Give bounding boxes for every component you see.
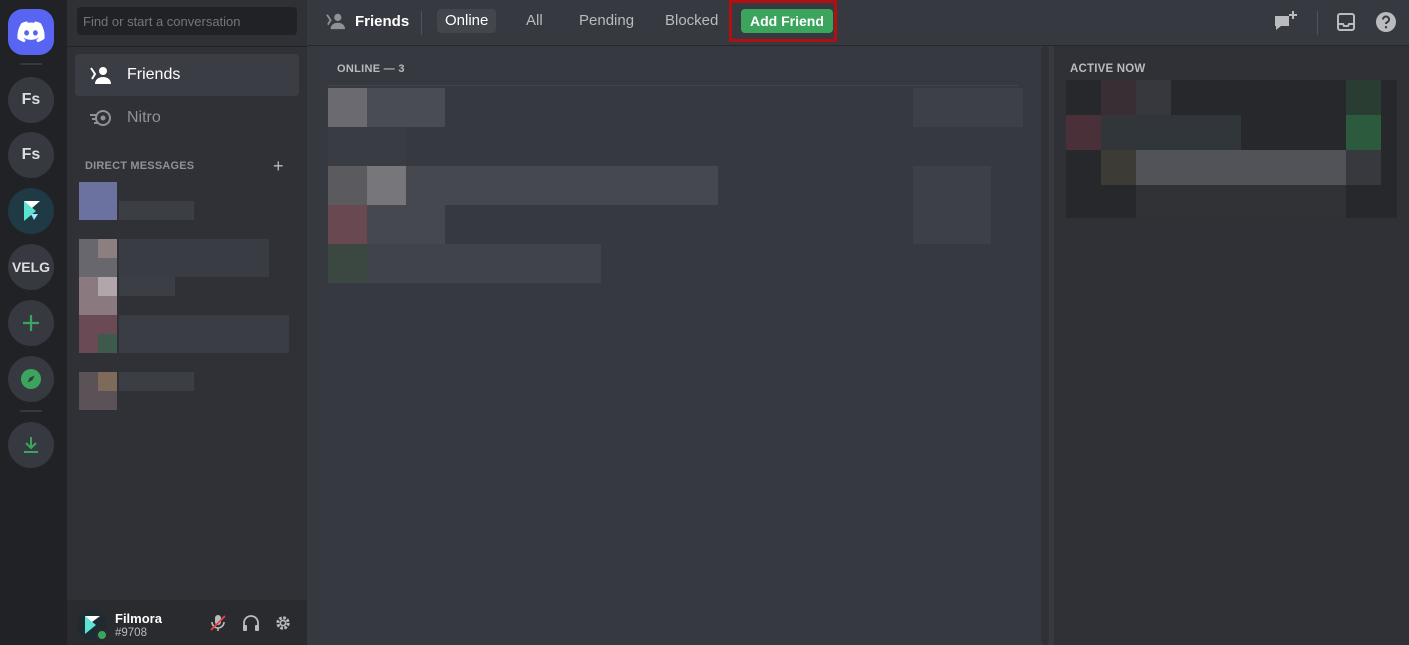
explore-servers-button[interactable]: [8, 356, 54, 402]
filmora-logo-icon: [24, 201, 40, 221]
online-count-heading: ONLINE — 3: [337, 63, 405, 75]
page-title: Friends: [325, 12, 409, 30]
list-item-avatar-part: [98, 372, 117, 391]
new-group-dm-button[interactable]: [1273, 9, 1299, 35]
redacted-block: [1101, 115, 1241, 150]
rail-separator: [20, 63, 42, 65]
list-item-text: [119, 201, 194, 220]
plus-icon: [23, 315, 39, 331]
redacted-block: [328, 166, 367, 205]
active-now-card[interactable]: [1066, 80, 1397, 218]
redacted-block: [367, 244, 601, 283]
page-title-text: Friends: [355, 12, 410, 30]
new-group-dm-icon: [1275, 11, 1297, 30]
tab-all[interactable]: All: [518, 9, 551, 33]
discord-home-button[interactable]: [8, 9, 54, 55]
header-divider: [1317, 11, 1318, 35]
create-dm-button[interactable]: +: [273, 156, 284, 177]
nitro-icon: [89, 106, 113, 130]
gear-icon: [276, 616, 290, 630]
server-fs-1[interactable]: Fs: [8, 77, 54, 123]
sidebar-item-friends[interactable]: Friends: [75, 54, 299, 96]
inbox-icon: [1337, 13, 1355, 31]
help-button[interactable]: [1373, 9, 1399, 35]
redacted-block: [328, 205, 367, 244]
tab-pending[interactable]: Pending: [571, 9, 642, 33]
scrollbar[interactable]: [1041, 46, 1049, 645]
sidebar-item-nitro[interactable]: Nitro: [75, 97, 299, 139]
redacted-block: [367, 88, 445, 127]
redacted-block: [1136, 80, 1171, 115]
header-divider: [421, 11, 422, 35]
list-item-avatar-part: [98, 239, 117, 258]
divider: [328, 85, 1018, 86]
active-now-panel: ACTIVE NOW: [1054, 46, 1409, 645]
redacted-block: [367, 205, 445, 244]
username: Filmora: [115, 611, 162, 626]
list-item-text: [119, 315, 289, 353]
redacted-block: [328, 127, 406, 166]
discord-logo-icon: [17, 21, 45, 43]
redacted-block: [1136, 185, 1346, 218]
redacted-block: [1066, 115, 1101, 150]
server-rail: Fs Fs VELG: [0, 0, 67, 645]
redacted-block: [913, 166, 991, 244]
redacted-block: [1136, 150, 1346, 185]
redacted-block: [367, 166, 406, 205]
friends-icon: [325, 12, 347, 30]
add-server-button[interactable]: [8, 300, 54, 346]
server-fs-2[interactable]: Fs: [8, 132, 54, 178]
search-input[interactable]: Find or start a conversation: [77, 7, 297, 35]
sidebar-item-label: Friends: [127, 66, 181, 83]
list-item-text: [119, 372, 194, 391]
user-settings-button[interactable]: [273, 613, 293, 633]
list-item-avatar-part: [98, 334, 117, 353]
redacted-block: [1346, 150, 1381, 185]
tab-online[interactable]: Online: [437, 9, 497, 33]
user-tag: #9708: [115, 627, 147, 639]
server-label: VELG: [11, 259, 51, 275]
redacted-block: [1346, 80, 1381, 115]
friends-icon: [89, 63, 113, 87]
redacted-block: [913, 88, 1023, 127]
list-item-avatar-part: [98, 277, 117, 296]
headphones-icon: [243, 615, 259, 631]
redacted-block: [1101, 150, 1136, 185]
table-row[interactable]: [328, 244, 601, 283]
list-item-text: [119, 277, 175, 296]
sidebar-item-label: Nitro: [127, 109, 161, 126]
microphone-muted-icon: [210, 615, 226, 631]
server-label: Fs: [21, 91, 41, 108]
online-status-indicator: [96, 629, 108, 641]
tab-blocked[interactable]: Blocked: [657, 9, 726, 33]
redacted-block: [1101, 80, 1136, 115]
server-label: Fs: [21, 146, 41, 163]
list-item-text: [119, 239, 269, 277]
user-panel: Filmora #9708: [67, 600, 307, 645]
redacted-block: [328, 88, 367, 127]
download-icon: [24, 437, 38, 453]
add-friend-highlight-box: [729, 0, 837, 42]
list-item[interactable]: [79, 182, 117, 220]
mute-button[interactable]: [208, 613, 228, 633]
direct-messages-heading: DIRECT MESSAGES: [85, 160, 195, 172]
table-row[interactable]: [328, 166, 1028, 244]
dm-list: [79, 182, 289, 412]
compass-icon: [21, 369, 41, 389]
dm-sidebar: Find or start a conversation Friends Nit…: [67, 0, 307, 645]
redacted-block: [328, 244, 367, 283]
divider: [67, 46, 307, 47]
redacted-block: [406, 166, 718, 205]
rail-separator: [20, 410, 42, 412]
deafen-button[interactable]: [241, 613, 261, 633]
active-now-heading: ACTIVE NOW: [1070, 63, 1146, 75]
inbox-button[interactable]: [1333, 9, 1359, 35]
table-row[interactable]: [328, 88, 1028, 127]
download-apps-button[interactable]: [8, 422, 54, 468]
redacted-block: [1346, 115, 1381, 150]
help-icon: [1376, 12, 1396, 32]
friends-header: Friends Online All Pending Blocked Add F…: [307, 0, 1409, 46]
server-velg[interactable]: VELG: [8, 244, 54, 290]
server-filmora[interactable]: [8, 188, 54, 234]
